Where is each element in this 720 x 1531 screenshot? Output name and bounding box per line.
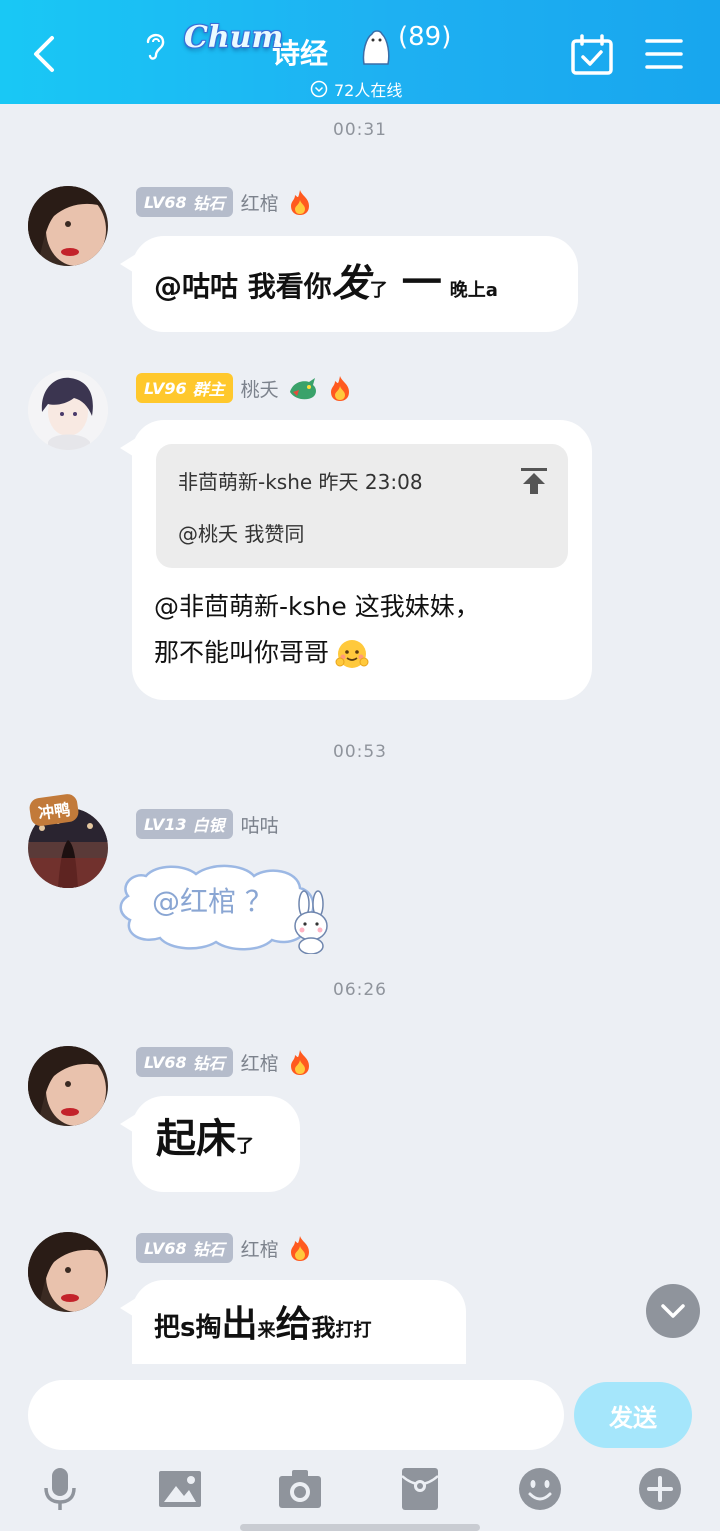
quote-header: 非茴萌新-kshe 昨天 23:08 [178,470,423,494]
avatar[interactable] [28,1046,108,1126]
menu-icon[interactable] [644,36,684,72]
timestamp: 00:31 [333,120,387,140]
fire-icon [290,190,309,215]
online-status[interactable]: 72人在线 [310,78,402,100]
home-indicator [240,1524,480,1531]
message-text: @咕咕 我看你发了一晚上a [154,260,498,306]
calendar-check-icon[interactable] [570,34,614,76]
image-icon[interactable] [158,1466,202,1512]
fire-icon [330,376,349,401]
level-badge: LV68 钻石 [136,187,233,217]
sender-name[interactable]: 咕咕 [241,811,279,838]
fire-icon [290,1236,309,1261]
message-bubble[interactable]: @红棺 ？ [112,856,336,956]
level-badge: LV13 白银 [136,809,233,839]
message-bubble[interactable]: @咕咕 我看你发了一晚上a [120,236,578,332]
level-label: LV68 [144,1238,187,1258]
red-packet-icon[interactable] [398,1466,442,1512]
sender-name[interactable]: 红棺 [241,189,279,216]
scroll-down-button[interactable] [646,1284,700,1338]
message-bubble[interactable]: 起床了 [120,1096,300,1192]
message-bubble[interactable]: 把s掏出来给我打打 [120,1280,466,1364]
composer-bar: 发送 [0,1364,720,1531]
ear-icon[interactable] [142,28,168,62]
avatar[interactable] [28,370,108,450]
level-badge: LV68 钻石 [136,1047,233,1077]
smile-icon[interactable] [518,1466,562,1512]
online-count: 72人在线 [334,81,403,100]
message-text: @红棺 ？ [152,885,273,918]
level-title: 钻石 [192,1054,225,1073]
dragon-icon [289,378,316,400]
sender-meta: LV68 钻石 红棺 [136,1046,313,1078]
level-title: 钻石 [192,1240,225,1259]
mic-icon[interactable] [38,1466,82,1512]
group-logo: Chum [184,20,284,55]
level-title: 白银 [192,816,225,835]
level-label: LV96 [144,378,187,398]
sender-meta: LV68 钻石 红棺 [136,1232,313,1264]
level-title: 钻石 [192,194,225,213]
level-label: LV13 [144,814,187,834]
level-badge: LV96 群主 [136,373,233,403]
plus-icon[interactable] [638,1466,682,1512]
camera-icon[interactable] [278,1466,322,1512]
bunny-icon [294,890,328,954]
mascot-icon [362,30,390,65]
fire-icon [290,1050,309,1075]
message-text: 把s掏出来给我打打 [154,1304,372,1345]
quoted-message[interactable]: 非茴萌新-kshe 昨天 23:08 @桃夭 我赞同 [156,444,568,568]
back-icon[interactable] [26,30,66,78]
level-label: LV68 [144,1052,187,1072]
message-bubble[interactable]: 非茴萌新-kshe 昨天 23:08 @桃夭 我赞同 @非茴萌新-kshe 这我… [120,420,592,700]
sender-name[interactable]: 桃夭 [241,375,279,402]
message-text: 起床了 [156,1116,254,1162]
level-label: LV68 [144,192,187,212]
emoji-icon [335,640,369,668]
quote-body: @桃夭 我赞同 [178,522,305,546]
sender-meta: LV68 钻石 红棺 [136,186,313,218]
send-button[interactable]: 发送 [574,1382,692,1448]
sender-meta: LV96 群主 桃夭 [136,372,353,404]
message-text: @非茴萌新-kshe 这我妹妹， 那不能叫你哥哥 [154,584,480,676]
avatar[interactable] [28,1232,108,1312]
message-input[interactable] [28,1380,564,1450]
timestamp: 06:26 [333,980,387,1000]
level-title: 群主 [192,380,225,399]
chevron-circle-icon [310,80,328,98]
timestamp: 00:53 [333,742,387,762]
sender-meta: LV13 白银 咕咕 [136,808,279,840]
sender-name[interactable]: 红棺 [241,1235,279,1262]
sender-name[interactable]: 红棺 [241,1049,279,1076]
avatar[interactable] [28,186,108,266]
chat-header: Chum 诗经 (89) 72人在线 [0,0,720,104]
level-badge: LV68 钻石 [136,1233,233,1263]
member-count: (89) [398,22,452,52]
chevron-down-icon [661,1304,685,1318]
pin-top-icon[interactable] [520,466,548,496]
group-name[interactable]: 诗经 [272,32,328,72]
